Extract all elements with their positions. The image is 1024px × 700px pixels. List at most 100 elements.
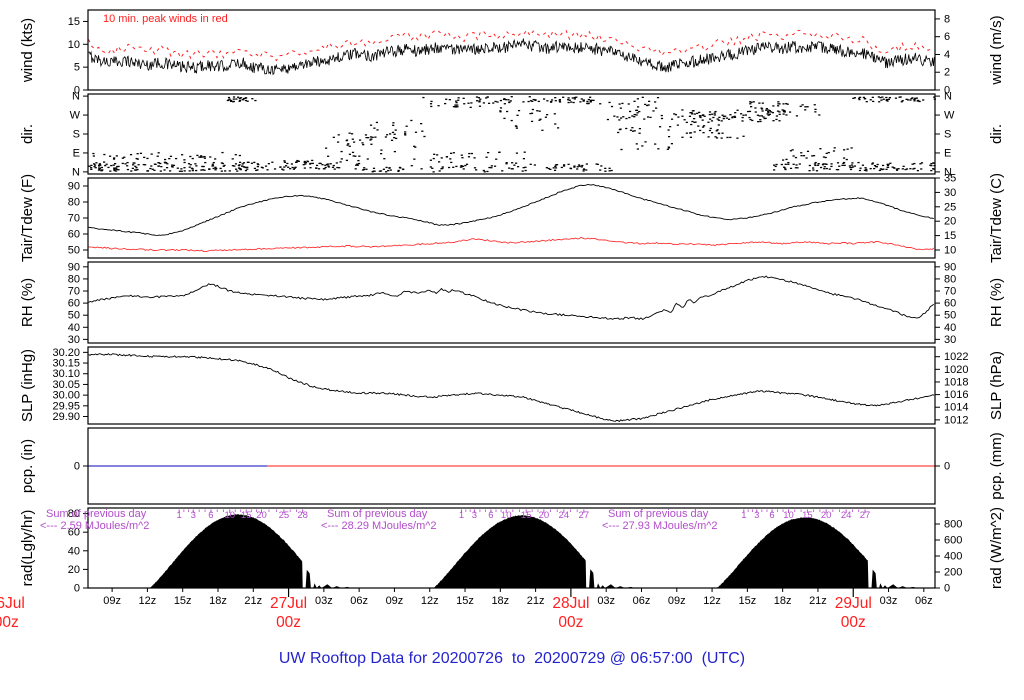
direction-point xyxy=(441,166,444,168)
direction-point xyxy=(681,115,684,117)
direction-point xyxy=(88,165,91,167)
direction-point xyxy=(157,152,160,154)
direction-point xyxy=(487,102,491,104)
direction-point xyxy=(146,170,149,172)
direction-point xyxy=(858,96,862,99)
direction-point xyxy=(157,162,160,164)
direction-point xyxy=(124,163,127,165)
direction-point xyxy=(515,127,518,129)
direction-point xyxy=(823,168,826,170)
direction-point xyxy=(290,163,294,165)
direction-point xyxy=(457,97,460,99)
direction-point xyxy=(693,113,696,115)
direction-point xyxy=(804,109,807,111)
direction-point xyxy=(709,118,712,120)
direction-point xyxy=(814,108,817,111)
direction-point xyxy=(228,170,231,172)
direction-point xyxy=(915,97,918,99)
direction-point xyxy=(905,98,908,100)
direction-point xyxy=(708,129,712,132)
direction-point xyxy=(760,108,764,110)
x-tick-label: 15z xyxy=(174,595,192,607)
direction-point xyxy=(814,161,817,164)
direction-point xyxy=(733,116,737,119)
direction-point xyxy=(117,165,120,168)
direction-point xyxy=(154,163,157,166)
direction-point xyxy=(754,111,757,113)
x-tick-label: 06z xyxy=(633,595,651,607)
direction-point xyxy=(799,105,802,108)
direction-point xyxy=(775,118,778,121)
direction-point xyxy=(774,165,777,168)
direction-point xyxy=(643,118,646,120)
direction-point xyxy=(333,168,336,170)
direction-point xyxy=(422,96,425,99)
direction-point xyxy=(215,167,218,170)
axis-title-left-slp: SLP (inHg) xyxy=(19,349,36,422)
direction-point xyxy=(703,115,706,117)
direction-point xyxy=(541,129,544,131)
y-tick-label-right: 15 xyxy=(944,230,956,242)
direction-point xyxy=(689,136,693,138)
direction-point xyxy=(766,113,769,115)
direction-point xyxy=(358,155,361,157)
direction-point xyxy=(209,156,212,158)
y-tick-label-left: 40 xyxy=(68,545,80,557)
direction-point xyxy=(356,164,359,166)
direction-point xyxy=(496,101,499,103)
y-tick-label-right: 80 xyxy=(944,273,956,285)
direction-point xyxy=(558,100,561,102)
direction-point xyxy=(219,167,222,170)
direction-point xyxy=(302,164,305,166)
direction-point xyxy=(843,149,846,151)
direction-point xyxy=(303,167,306,169)
direction-point xyxy=(859,167,862,169)
direction-point xyxy=(90,164,93,167)
direction-point xyxy=(388,133,392,135)
x-tick-label: 12z xyxy=(703,595,721,607)
direction-point xyxy=(393,150,396,153)
direction-point xyxy=(656,96,660,99)
direction-point xyxy=(311,162,314,165)
direction-point xyxy=(164,158,167,161)
direction-point xyxy=(570,101,573,103)
direction-point xyxy=(585,163,588,165)
direction-point xyxy=(920,168,923,170)
direction-point xyxy=(930,169,933,172)
direction-point xyxy=(573,96,576,99)
direction-point xyxy=(862,96,865,99)
direction-point xyxy=(211,165,215,167)
direction-point xyxy=(638,127,641,130)
direction-point xyxy=(487,151,490,154)
y-tick-label-right: 2 xyxy=(944,67,950,79)
direction-point xyxy=(405,125,408,127)
direction-point xyxy=(387,169,390,172)
direction-point xyxy=(571,97,574,99)
direction-point xyxy=(165,166,169,169)
y-tick-label-right: 50 xyxy=(944,310,956,322)
direction-point xyxy=(286,162,289,165)
direction-point xyxy=(685,132,688,134)
direction-point xyxy=(292,168,295,170)
solar-radiation-day xyxy=(716,517,917,588)
y-tick-label-right: 200 xyxy=(944,567,962,579)
direction-point xyxy=(560,166,563,169)
direction-point xyxy=(795,115,799,117)
direction-point xyxy=(527,100,530,103)
direction-point xyxy=(773,169,776,171)
direction-point xyxy=(239,161,242,164)
direction-point xyxy=(457,99,460,101)
direction-point xyxy=(617,131,620,134)
direction-point xyxy=(98,168,101,170)
direction-point xyxy=(696,112,699,115)
direction-point xyxy=(115,155,118,157)
direction-point xyxy=(112,164,115,166)
direction-point xyxy=(256,169,259,171)
direction-point xyxy=(636,112,639,114)
direction-point xyxy=(891,166,894,168)
direction-point xyxy=(337,134,340,136)
y-tick-label-right: 1022 xyxy=(944,351,968,363)
direction-point xyxy=(693,121,696,123)
direction-point xyxy=(881,164,885,167)
direction-point xyxy=(830,165,833,168)
